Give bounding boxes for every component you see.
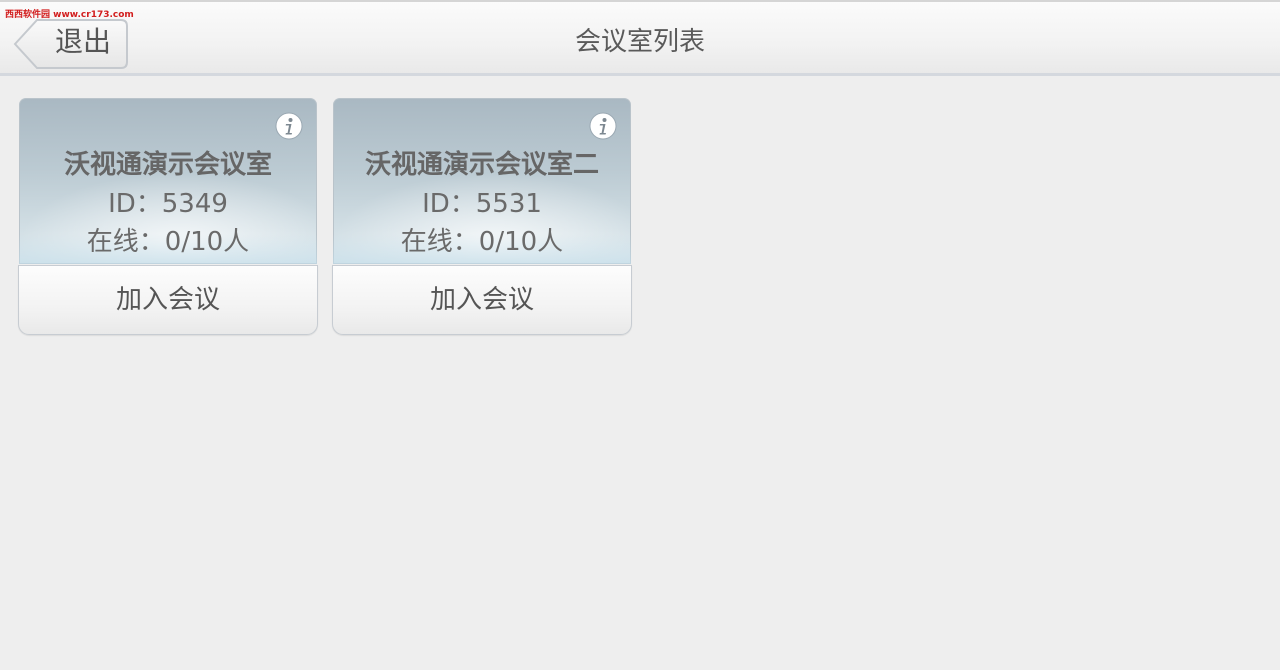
info-icon[interactable] <box>275 112 303 140</box>
exit-button-label: 退出 <box>54 25 111 58</box>
room-card: 沃视通演示会议室 ID：5349 在线：0/10人 加入会议 <box>18 98 318 338</box>
page-title: 会议室列表 <box>574 27 705 57</box>
room-name: 沃视通演示会议室二 <box>364 150 599 180</box>
join-meeting-label: 加入会议 <box>429 285 534 315</box>
room-card: 沃视通演示会议室二 ID：5531 在线：0/10人 加入会议 <box>332 98 632 338</box>
info-icon[interactable] <box>589 112 617 140</box>
join-meeting-button[interactable]: 加入会议 <box>18 265 318 335</box>
exit-button[interactable]: 退出 <box>13 18 129 70</box>
room-name: 沃视通演示会议室 <box>63 150 272 180</box>
top-bar: 退出 会议室列表 <box>0 0 1280 76</box>
room-card-header[interactable]: 沃视通演示会议室 ID：5349 在线：0/10人 <box>19 98 317 264</box>
join-meeting-button[interactable]: 加入会议 <box>332 265 632 335</box>
watermark-text: 西西软件园 www.cr173.com <box>5 10 134 20</box>
room-card-header[interactable]: 沃视通演示会议室二 ID：5531 在线：0/10人 <box>333 98 631 264</box>
room-online-count: 在线：0/10人 <box>400 227 564 257</box>
join-meeting-label: 加入会议 <box>115 285 220 315</box>
room-id: ID：5349 <box>108 189 228 219</box>
room-id: ID：5531 <box>422 189 542 219</box>
room-online-count: 在线：0/10人 <box>86 227 250 257</box>
